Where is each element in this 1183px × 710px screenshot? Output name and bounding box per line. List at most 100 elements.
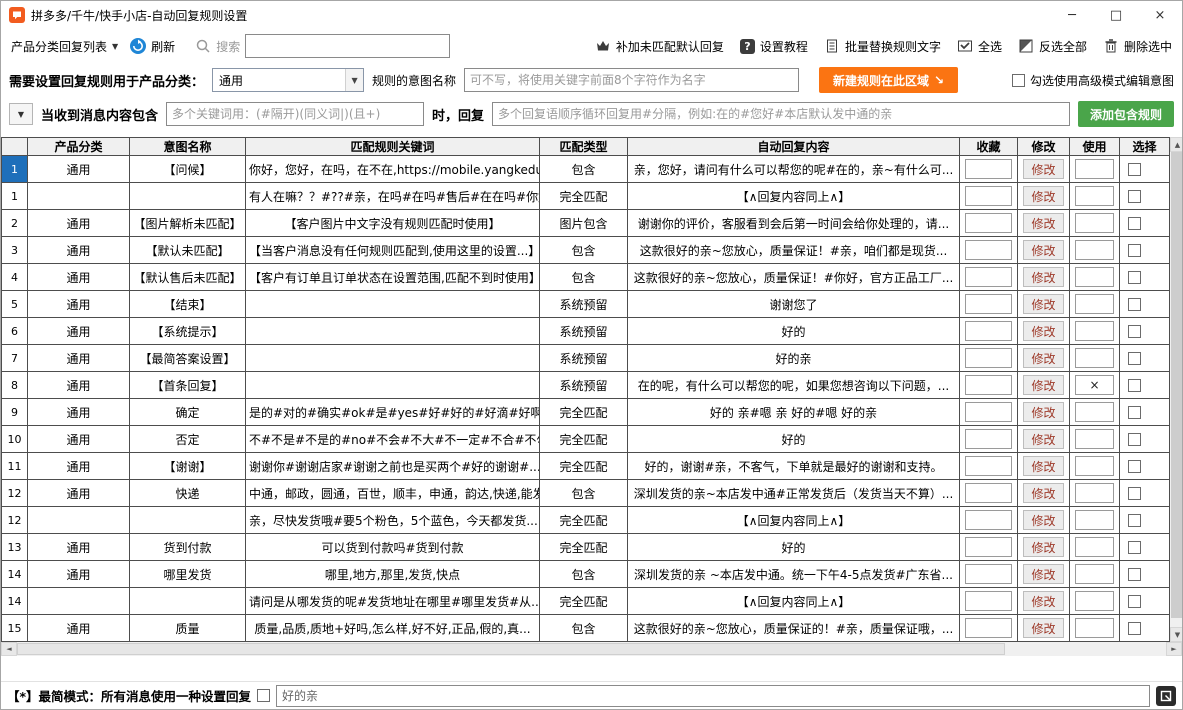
row-number-cell[interactable]: 13 (2, 534, 28, 561)
use-box[interactable] (1075, 348, 1114, 368)
row-select-checkbox[interactable] (1128, 433, 1141, 446)
match-type-cell[interactable]: 系统预留 (540, 372, 628, 399)
match-type-cell[interactable]: 完全匹配 (540, 399, 628, 426)
delete-selected-button[interactable]: 删除选中 (1103, 38, 1172, 55)
keywords-cell[interactable]: 中通，邮政，圆通，百世，顺丰，申通，韵达,快递,能发... (246, 480, 540, 507)
reply-cell[interactable]: 谢谢您了 (628, 291, 960, 318)
favorite-box[interactable] (965, 294, 1012, 314)
modify-button[interactable]: 修改 (1023, 375, 1064, 395)
match-type-cell[interactable]: 完全匹配 (540, 453, 628, 480)
row-number-cell[interactable]: 8 (2, 372, 28, 399)
modify-button[interactable]: 修改 (1023, 591, 1064, 611)
reply-cell[interactable]: 谢谢你的评价，客服看到会后第一时间会给你处理的，请... (628, 210, 960, 237)
match-type-cell[interactable]: 包含 (540, 561, 628, 588)
header-match-type[interactable]: 匹配类型 (540, 138, 628, 156)
favorite-box[interactable] (965, 186, 1012, 206)
row-select-checkbox[interactable] (1128, 406, 1141, 419)
intent-cell[interactable]: 否定 (130, 426, 246, 453)
use-box[interactable] (1075, 402, 1114, 422)
match-type-cell[interactable]: 完全匹配 (540, 183, 628, 210)
row-number-cell[interactable]: 15 (2, 615, 28, 642)
keywords-cell[interactable] (246, 318, 540, 345)
favorite-box[interactable] (965, 402, 1012, 422)
modify-button[interactable]: 修改 (1023, 456, 1064, 476)
row-select-checkbox[interactable] (1128, 568, 1141, 581)
table-row[interactable]: 13 通用 货到付款 可以货到付款吗#货到付款 完全匹配 好的 修改 (2, 534, 1170, 561)
row-select-checkbox[interactable] (1128, 379, 1141, 392)
keywords-cell[interactable]: 不#不是#不是的#no#不会#不大#不一定#不合#不勾... (246, 426, 540, 453)
batch-replace-rule-text-button[interactable]: 批量替换规则文字 (824, 38, 941, 55)
match-type-cell[interactable]: 包含 (540, 264, 628, 291)
row-select-checkbox[interactable] (1128, 460, 1141, 473)
use-box[interactable] (1075, 159, 1114, 179)
reply-cell[interactable]: 好的 (628, 318, 960, 345)
horizontal-scrollbar[interactable]: ◄ ► (1, 642, 1182, 656)
scroll-left-arrow[interactable]: ◄ (1, 642, 17, 656)
add-include-rule-button[interactable]: 添加包含规则 (1078, 101, 1174, 127)
use-box[interactable] (1075, 591, 1114, 611)
reply-cell[interactable]: 好的 (628, 534, 960, 561)
category-cell[interactable]: 通用 (28, 291, 130, 318)
keywords-cell[interactable]: 哪里,地方,那里,发货,快点 (246, 561, 540, 588)
use-box[interactable] (1075, 240, 1114, 260)
use-box[interactable] (1075, 564, 1114, 584)
use-box[interactable] (1075, 537, 1114, 557)
category-cell[interactable]: 通用 (28, 372, 130, 399)
modify-button[interactable]: 修改 (1023, 483, 1064, 503)
header-use[interactable]: 使用 (1070, 138, 1120, 156)
row-number-cell[interactable]: 9 (2, 399, 28, 426)
intent-cell[interactable]: 【首条回复】 (130, 372, 246, 399)
maximize-button[interactable]: □ (1094, 1, 1138, 29)
row-select-checkbox[interactable] (1128, 217, 1141, 230)
category-cell[interactable] (28, 183, 130, 210)
category-cell[interactable]: 通用 (28, 345, 130, 372)
favorite-box[interactable] (965, 456, 1012, 476)
setup-tutorial-button[interactable]: ? 设置教程 (740, 38, 808, 55)
modify-button[interactable]: 修改 (1023, 402, 1064, 422)
row-number-cell[interactable]: 2 (2, 210, 28, 237)
table-row[interactable]: 14 请问是从哪发货的呢#发货地址在哪里#哪里发货#从... 完全匹配 【∧回复… (2, 588, 1170, 615)
modify-button[interactable]: 修改 (1023, 240, 1064, 260)
reply-cell[interactable]: 这款很好的亲~您放心，质量保证！#你好，官方正品工厂... (628, 264, 960, 291)
favorite-box[interactable] (965, 510, 1012, 530)
header-modify[interactable]: 修改 (1018, 138, 1070, 156)
favorite-box[interactable] (965, 348, 1012, 368)
modify-button[interactable]: 修改 (1023, 267, 1064, 287)
favorite-box[interactable] (965, 159, 1012, 179)
category-cell[interactable]: 通用 (28, 615, 130, 642)
table-row[interactable]: 11 通用 【谢谢】 谢谢你#谢谢店家#谢谢之前也是买两个#好的谢谢#... 完… (2, 453, 1170, 480)
keywords-input[interactable] (166, 102, 424, 126)
favorite-box[interactable] (965, 213, 1012, 233)
keywords-cell[interactable] (246, 291, 540, 318)
add-unmatched-default-reply-button[interactable]: 补加未匹配默认回复 (595, 38, 724, 55)
reply-cell[interactable]: 好的 (628, 426, 960, 453)
modify-button[interactable]: 修改 (1023, 159, 1064, 179)
reply-cell[interactable]: 深圳发货的亲 ~本店发中通。统一下午4-5点发货#广东省... (628, 561, 960, 588)
favorite-box[interactable] (965, 375, 1012, 395)
row-number-cell[interactable]: 14 (2, 588, 28, 615)
vertical-scroll-thumb[interactable] (1171, 152, 1182, 618)
match-type-cell[interactable]: 完全匹配 (540, 588, 628, 615)
favorite-box[interactable] (965, 240, 1012, 260)
reply-input[interactable] (492, 102, 1070, 126)
intent-cell[interactable]: 【最简答案设置】 (130, 345, 246, 372)
modify-button[interactable]: 修改 (1023, 348, 1064, 368)
intent-cell[interactable] (130, 588, 246, 615)
modify-button[interactable]: 修改 (1023, 429, 1064, 449)
keywords-cell[interactable] (246, 372, 540, 399)
keywords-cell[interactable]: 【客户有订单且订单状态在设置范围,匹配不到时使用】 (246, 264, 540, 291)
reply-cell[interactable]: 【∧回复内容同上∧】 (628, 183, 960, 210)
table-row[interactable]: 1 有人在嘛？？#??#亲，在吗#在吗#售后#在在吗#你好... 完全匹配 【∧… (2, 183, 1170, 210)
row-select-checkbox[interactable] (1128, 622, 1141, 635)
refresh-button[interactable]: 刷新 (130, 38, 175, 55)
intent-cell[interactable]: 【默认未匹配】 (130, 237, 246, 264)
table-row[interactable]: 14 通用 哪里发货 哪里,地方,那里,发货,快点 包含 深圳发货的亲 ~本店发… (2, 561, 1170, 588)
reply-cell[interactable]: 【∧回复内容同上∧】 (628, 588, 960, 615)
match-type-cell[interactable]: 包含 (540, 237, 628, 264)
keywords-cell[interactable]: 亲，尽快发货哦#要5个粉色，5个蓝色，今天都发货... (246, 507, 540, 534)
new-rule-button[interactable]: 新建规则在此区域 ↘ (819, 67, 958, 93)
keywords-cell[interactable]: 请问是从哪发货的呢#发货地址在哪里#哪里发货#从... (246, 588, 540, 615)
search-input[interactable] (245, 34, 450, 58)
intent-cell[interactable]: 【图片解析未匹配】 (130, 210, 246, 237)
table-row[interactable]: 3 通用 【默认未匹配】 【当客户消息没有任何规则匹配到,使用这里的设置...】… (2, 237, 1170, 264)
